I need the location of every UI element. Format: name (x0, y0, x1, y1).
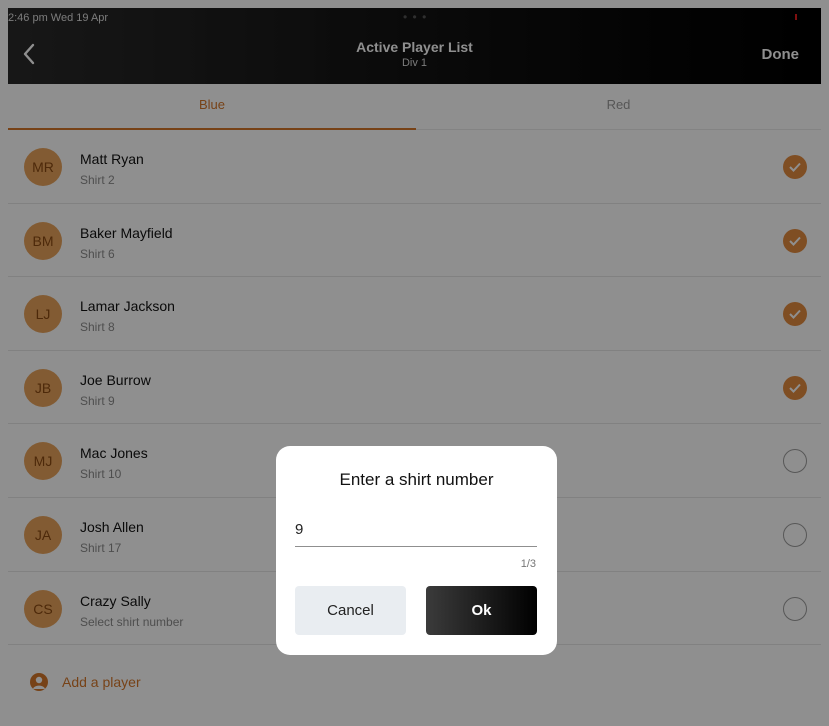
shirt-number-dialog: Enter a shirt number 1/3 Cancel Ok (276, 446, 557, 655)
cancel-button[interactable]: Cancel (295, 586, 406, 635)
character-counter: 1/3 (520, 558, 536, 570)
shirt-number-input[interactable] (295, 513, 537, 547)
dialog-title: Enter a shirt number (339, 470, 494, 489)
ok-button[interactable]: Ok (426, 586, 537, 635)
